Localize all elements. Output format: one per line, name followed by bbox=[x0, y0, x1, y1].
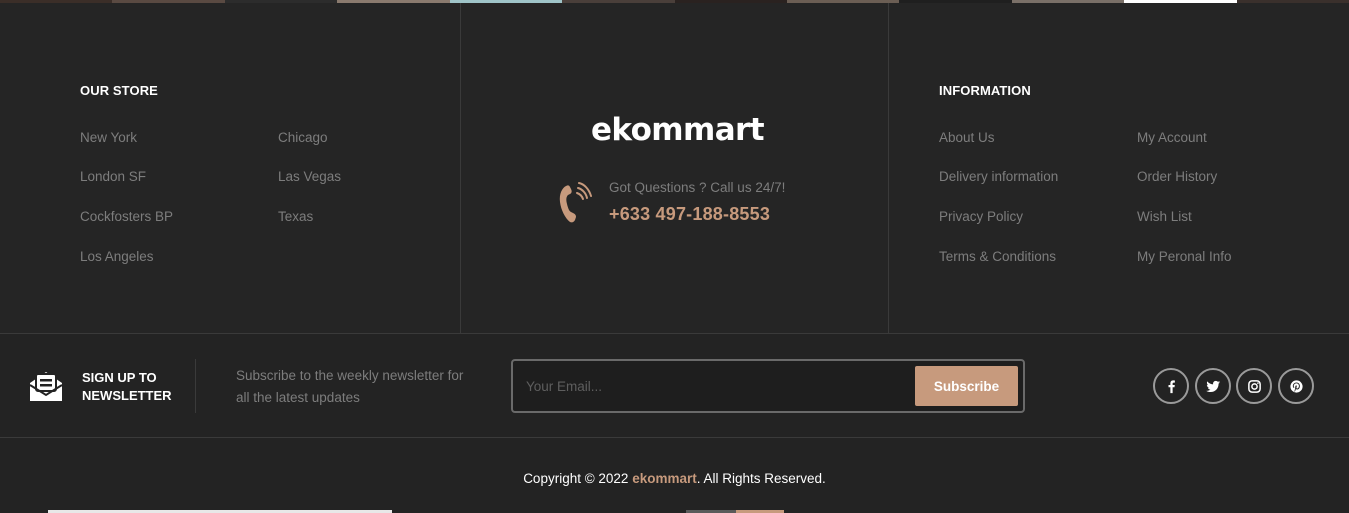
info-link-terms-conditions[interactable]: Terms & Conditions bbox=[939, 249, 1056, 264]
store-link-chicago[interactable]: Chicago bbox=[278, 130, 328, 145]
info-link-my-account[interactable]: My Account bbox=[1137, 130, 1207, 145]
info-link-privacy-policy[interactable]: Privacy Policy bbox=[939, 209, 1023, 224]
contact-question: Got Questions ? Call us 24/7! bbox=[609, 180, 786, 195]
instagram-icon bbox=[1247, 379, 1261, 393]
column-divider bbox=[888, 3, 889, 333]
mail-open-icon bbox=[29, 372, 63, 401]
info-link-about-us[interactable]: About Us bbox=[939, 130, 995, 145]
store-link-new-york[interactable]: New York bbox=[80, 130, 137, 145]
instagram-button[interactable] bbox=[1236, 368, 1272, 404]
store-link-london-sf[interactable]: London SF bbox=[80, 169, 146, 184]
brand-logo[interactable]: ekommart bbox=[591, 112, 765, 148]
email-input[interactable] bbox=[526, 373, 906, 399]
store-link-texas[interactable]: Texas bbox=[278, 209, 313, 224]
pinterest-icon bbox=[1289, 379, 1303, 393]
info-link-wish-list[interactable]: Wish List bbox=[1137, 209, 1192, 224]
copyright-brand-link[interactable]: ekommart bbox=[632, 471, 697, 486]
store-link-las-vegas[interactable]: Las Vegas bbox=[278, 169, 341, 184]
newsletter-divider bbox=[195, 359, 196, 413]
copyright-suffix: . All Rights Reserved. bbox=[696, 471, 826, 486]
store-link-los-angeles[interactable]: Los Angeles bbox=[80, 249, 154, 264]
newsletter-description: Subscribe to the weekly newsletter for a… bbox=[236, 368, 464, 405]
phone-call-icon bbox=[559, 182, 592, 223]
contact-phone-number[interactable]: +633 497-188-8553 bbox=[609, 204, 770, 225]
newsletter-title: SIGN UP TO NEWSLETTER bbox=[82, 370, 172, 403]
pinterest-button[interactable] bbox=[1278, 368, 1314, 404]
copyright-prefix: Copyright © 2022 bbox=[523, 471, 633, 486]
info-link-my-personal-info[interactable]: My Peronal Info bbox=[1137, 249, 1232, 264]
store-link-cockfosters-bp[interactable]: Cockfosters BP bbox=[80, 209, 173, 224]
copyright: Copyright © 2022 ekommart. All Rights Re… bbox=[0, 471, 1349, 486]
newsletter-form: Subscribe bbox=[511, 359, 1025, 413]
column-divider bbox=[460, 3, 461, 333]
info-link-delivery-information[interactable]: Delivery information bbox=[939, 169, 1058, 184]
twitter-icon bbox=[1205, 380, 1220, 392]
information-heading: INFORMATION bbox=[939, 83, 1031, 98]
our-store-heading: OUR STORE bbox=[80, 83, 158, 98]
facebook-icon bbox=[1168, 379, 1175, 393]
info-link-order-history[interactable]: Order History bbox=[1137, 169, 1217, 184]
facebook-button[interactable] bbox=[1153, 368, 1189, 404]
twitter-button[interactable] bbox=[1195, 368, 1231, 404]
subscribe-button[interactable]: Subscribe bbox=[915, 366, 1018, 406]
